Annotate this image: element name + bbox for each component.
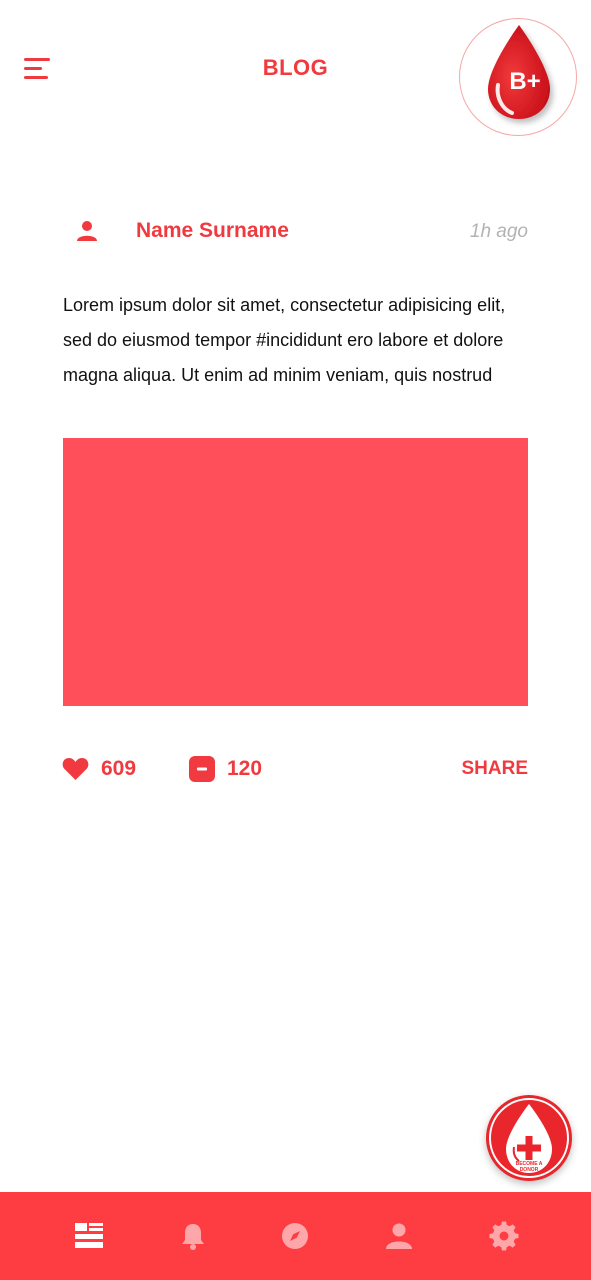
bell-icon bbox=[182, 1224, 204, 1250]
nav-item-blog[interactable] bbox=[74, 1221, 104, 1251]
fab-label-line: DONOR bbox=[519, 1167, 539, 1173]
blood-type-badge[interactable]: B+ bbox=[459, 18, 577, 136]
author-name[interactable]: Name Surname bbox=[136, 219, 289, 243]
fab-label: BECOME A DONOR bbox=[486, 1161, 572, 1173]
nav-item-notifications[interactable] bbox=[178, 1221, 208, 1251]
blog-grid-icon bbox=[75, 1223, 103, 1248]
compass-icon bbox=[282, 1223, 308, 1249]
post-text-line: Lorem ipsum dolor sit amet, consectetur … bbox=[63, 295, 506, 315]
post-text-line: magna aliqua. Ut enim ad minim veniam, q… bbox=[63, 365, 493, 385]
nav-item-explore[interactable] bbox=[280, 1221, 310, 1251]
nav-item-profile[interactable] bbox=[384, 1221, 414, 1251]
comment-button[interactable]: 120 bbox=[189, 756, 262, 782]
nav-item-settings[interactable] bbox=[489, 1221, 519, 1251]
post-text-line: sed do eiusmod tempor #incididunt ero la… bbox=[63, 330, 504, 350]
heart-icon bbox=[62, 757, 89, 780]
user-avatar-icon bbox=[77, 221, 97, 241]
gear-icon bbox=[489, 1221, 519, 1251]
become-donor-button[interactable]: BECOME A DONOR bbox=[486, 1095, 572, 1181]
share-button[interactable]: SHARE bbox=[461, 758, 528, 780]
bottom-navigation bbox=[0, 1192, 591, 1280]
post-text: Lorem ipsum dolor sit amet, consectetur … bbox=[63, 288, 538, 393]
blood-type-label: B+ bbox=[509, 68, 540, 95]
comment-count: 120 bbox=[227, 757, 263, 780]
comment-icon bbox=[189, 756, 215, 782]
like-count: 609 bbox=[101, 757, 137, 780]
post-image[interactable] bbox=[63, 438, 528, 706]
like-button[interactable]: 609 bbox=[62, 756, 136, 782]
post-timestamp: 1h ago bbox=[469, 221, 528, 242]
blood-drop-icon: B+ bbox=[488, 25, 550, 119]
user-icon bbox=[386, 1223, 412, 1249]
